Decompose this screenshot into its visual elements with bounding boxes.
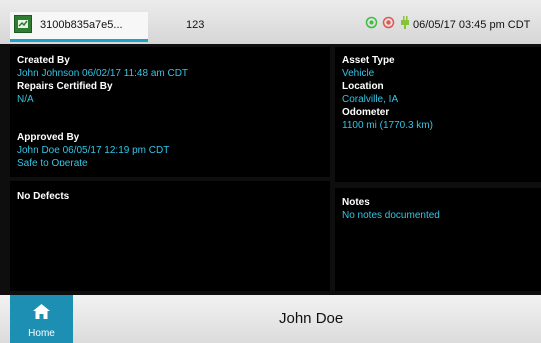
document-icon — [14, 15, 32, 33]
repairs-value: N/A — [17, 94, 34, 105]
location-value: Coralville, IA — [342, 94, 399, 105]
defects-panel[interactable]: No Defects — [10, 181, 330, 291]
created-by-label: Created By — [17, 55, 70, 66]
gps-icon — [365, 16, 378, 34]
document-tab[interactable]: 3100b835a7e5... — [10, 12, 148, 42]
approved-by-label: Approved By — [17, 132, 80, 143]
approved-status: Safe to Operate — [17, 158, 88, 166]
home-label: Home — [28, 328, 55, 339]
asset-type-value: Vehicle — [342, 68, 375, 79]
asset-panel: Asset Type Vehicle Location Coralville, … — [335, 47, 541, 182]
location-label: Location — [342, 81, 384, 92]
driver-name: John Doe — [279, 310, 344, 327]
repairs-label: Repairs Certified By — [17, 81, 113, 92]
datetime: 06/05/17 03:45 pm CDT — [413, 19, 531, 31]
power-icon — [400, 16, 410, 34]
tab-count[interactable]: 123 — [186, 19, 204, 31]
home-icon — [33, 304, 50, 324]
created-by-value: John Johnson 06/02/17 11:48 am CDT — [17, 68, 189, 79]
defects-title: No Defects — [17, 191, 70, 202]
approved-by-value: John Doe 06/05/17 12:19 pm CDT — [17, 145, 170, 156]
bottom-bar: Home John Doe — [0, 295, 541, 343]
asset-type-label: Asset Type — [342, 55, 395, 66]
notes-value: No notes documented — [342, 210, 440, 221]
top-bar: 3100b835a7e5... 123 06/05/17 03:45 pm CD… — [0, 0, 541, 44]
odometer-value: 1100 mi (1770.3 km) — [342, 120, 433, 131]
inspection-panel: Created By John Johnson 06/02/17 11:48 a… — [10, 47, 330, 177]
home-button[interactable]: Home — [10, 295, 73, 343]
document-id: 3100b835a7e5... — [40, 19, 123, 31]
notes-title: Notes — [342, 197, 370, 208]
notes-panel[interactable]: Notes No notes documented — [335, 188, 541, 291]
odometer-label: Odometer — [342, 107, 390, 118]
engine-icon — [382, 16, 395, 34]
